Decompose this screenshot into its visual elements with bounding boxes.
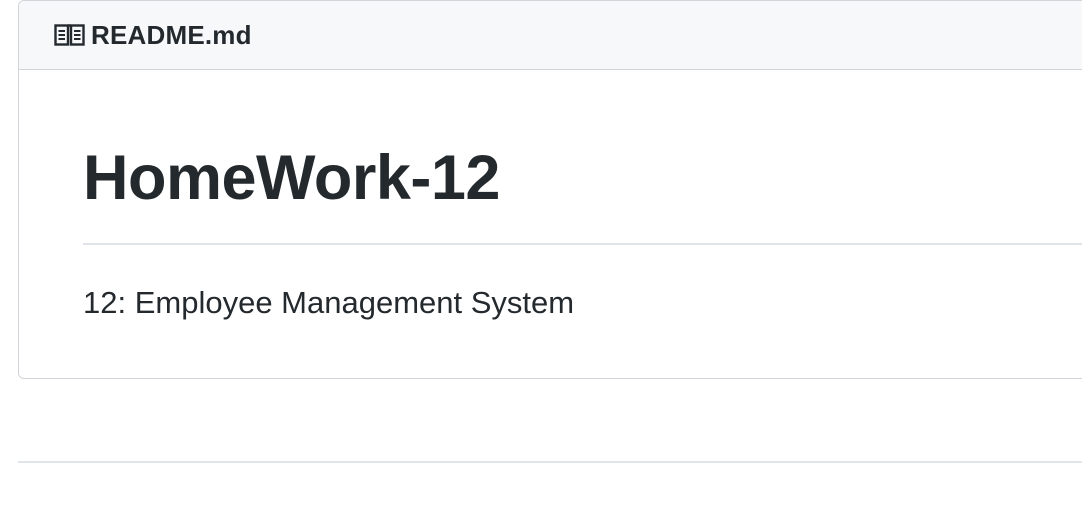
page-divider (18, 461, 1082, 463)
readme-description: 12: Employee Management System (83, 285, 575, 320)
readme-panel: README.md HomeWork-12 12: Employee Manag… (18, 0, 1082, 379)
readme-title: HomeWork-12 (83, 143, 500, 213)
title-divider (83, 243, 1082, 245)
readme-filename-link[interactable]: README.md (91, 20, 252, 51)
book-icon (54, 23, 86, 47)
readme-content: HomeWork-12 12: Employee Management Syst… (19, 70, 1082, 326)
readme-header: README.md (19, 1, 1082, 70)
